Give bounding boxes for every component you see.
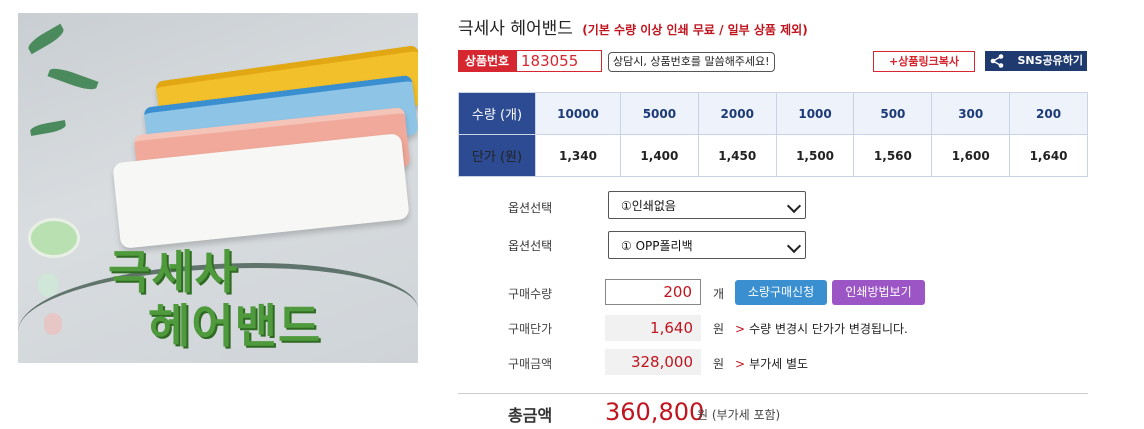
chevron-down-icon: [786, 238, 802, 254]
sns-share-label: SNS공유하기: [1017, 54, 1083, 67]
leaf-decoration: [47, 64, 99, 94]
price-cell: 1,500: [775, 134, 855, 177]
print-method-button[interactable]: 인쇄방법보기: [832, 280, 925, 305]
quantity-cell: 1000: [775, 92, 855, 135]
quantity-cell: 5000: [620, 92, 699, 135]
unit-price-label: 구매단가: [508, 322, 553, 336]
amount-unit: 원: [713, 357, 725, 371]
product-subtitle: (기본 수량 이상 인쇄 무료 / 일부 상품 제외): [582, 23, 808, 37]
product-title: 극세사 헤어밴드 (기본 수량 이상 인쇄 무료 / 일부 상품 제외): [458, 14, 808, 39]
arrow-icon: >: [735, 357, 746, 371]
leaf-decoration: [25, 23, 67, 55]
total-unit: 원 (부가세 포함): [697, 408, 781, 422]
option-select-print[interactable]: ①인쇄없음: [608, 191, 806, 219]
product-name: 극세사 헤어밴드: [458, 19, 573, 39]
quantity-cell: 10000: [535, 92, 621, 135]
price-cell: 1,340: [535, 134, 621, 177]
price-table: 수량 (개) 10000 5000 2000 1000 500 300 200 …: [458, 92, 1088, 177]
unit-price-note-text: 수량 변경시 단가가 변경됩니다.: [749, 322, 908, 336]
product-code-value: 183055: [516, 50, 602, 72]
amount-note: > 부가세 별도: [735, 355, 808, 372]
unit-price-value: 1,640: [605, 315, 701, 341]
quantity-input[interactable]: 200: [605, 279, 701, 305]
quantity-cell: 500: [853, 92, 933, 135]
quantity-cell: 2000: [697, 92, 777, 135]
option-label-2: 옵션선택: [508, 239, 553, 253]
price-cell: 1,640: [1009, 134, 1088, 177]
price-cell: 1,600: [931, 134, 1011, 177]
amount-note-text: 부가세 별도: [749, 357, 809, 371]
quantity-header: 수량 (개): [458, 92, 536, 135]
option-select-value: ①인쇄없음: [621, 199, 676, 213]
image-caption-line2: 헤어밴드: [148, 299, 322, 353]
spoon-decoration: [38, 273, 58, 297]
share-icon: [990, 54, 1004, 68]
product-code-note: 상담시, 상품번호를 말씀해주세요!: [608, 52, 775, 72]
quantity-label: 구매수량: [508, 287, 553, 301]
option-select-value: ① OPP폴리백: [621, 239, 693, 253]
price-cell: 1,450: [697, 134, 777, 177]
option-select-packaging[interactable]: ① OPP폴리백: [608, 231, 806, 259]
green-bowl: [28, 218, 80, 258]
small-order-button[interactable]: 소량구매신청: [735, 280, 827, 305]
chevron-down-icon: [786, 198, 802, 214]
total-label: 총금액: [508, 406, 553, 425]
image-caption: 극세사 헤어밴드: [108, 245, 321, 353]
option-label-1: 옵션선택: [508, 201, 553, 215]
price-header: 단가 (원): [458, 134, 536, 177]
quantity-cell: 300: [931, 92, 1011, 135]
unit-price-note: > 수량 변경시 단가가 변경됩니다.: [735, 320, 908, 337]
leaf-decoration: [29, 119, 67, 137]
price-row: 단가 (원) 1,340 1,400 1,450 1,500 1,560 1,6…: [458, 134, 1088, 177]
total-value: 360,800: [605, 398, 705, 426]
quantity-cell: 200: [1009, 92, 1088, 135]
price-cell: 1,560: [853, 134, 933, 177]
amount-label: 구매금액: [508, 357, 553, 371]
quantity-row: 수량 (개) 10000 5000 2000 1000 500 300 200: [458, 92, 1088, 135]
product-code-label: 상품번호: [458, 50, 516, 72]
divider: [458, 393, 1088, 394]
amount-value: 328,000: [605, 349, 701, 375]
copy-link-button[interactable]: +상품링크복사: [873, 51, 975, 72]
unit-price-unit: 원: [713, 322, 725, 336]
product-image: 극세사 헤어밴드: [18, 13, 418, 363]
sns-share-button[interactable]: SNS공유하기: [985, 51, 1087, 71]
image-caption-line1: 극세사: [108, 245, 238, 299]
price-cell: 1,400: [620, 134, 699, 177]
arrow-icon: >: [735, 322, 746, 336]
quantity-unit: 개: [713, 287, 725, 301]
